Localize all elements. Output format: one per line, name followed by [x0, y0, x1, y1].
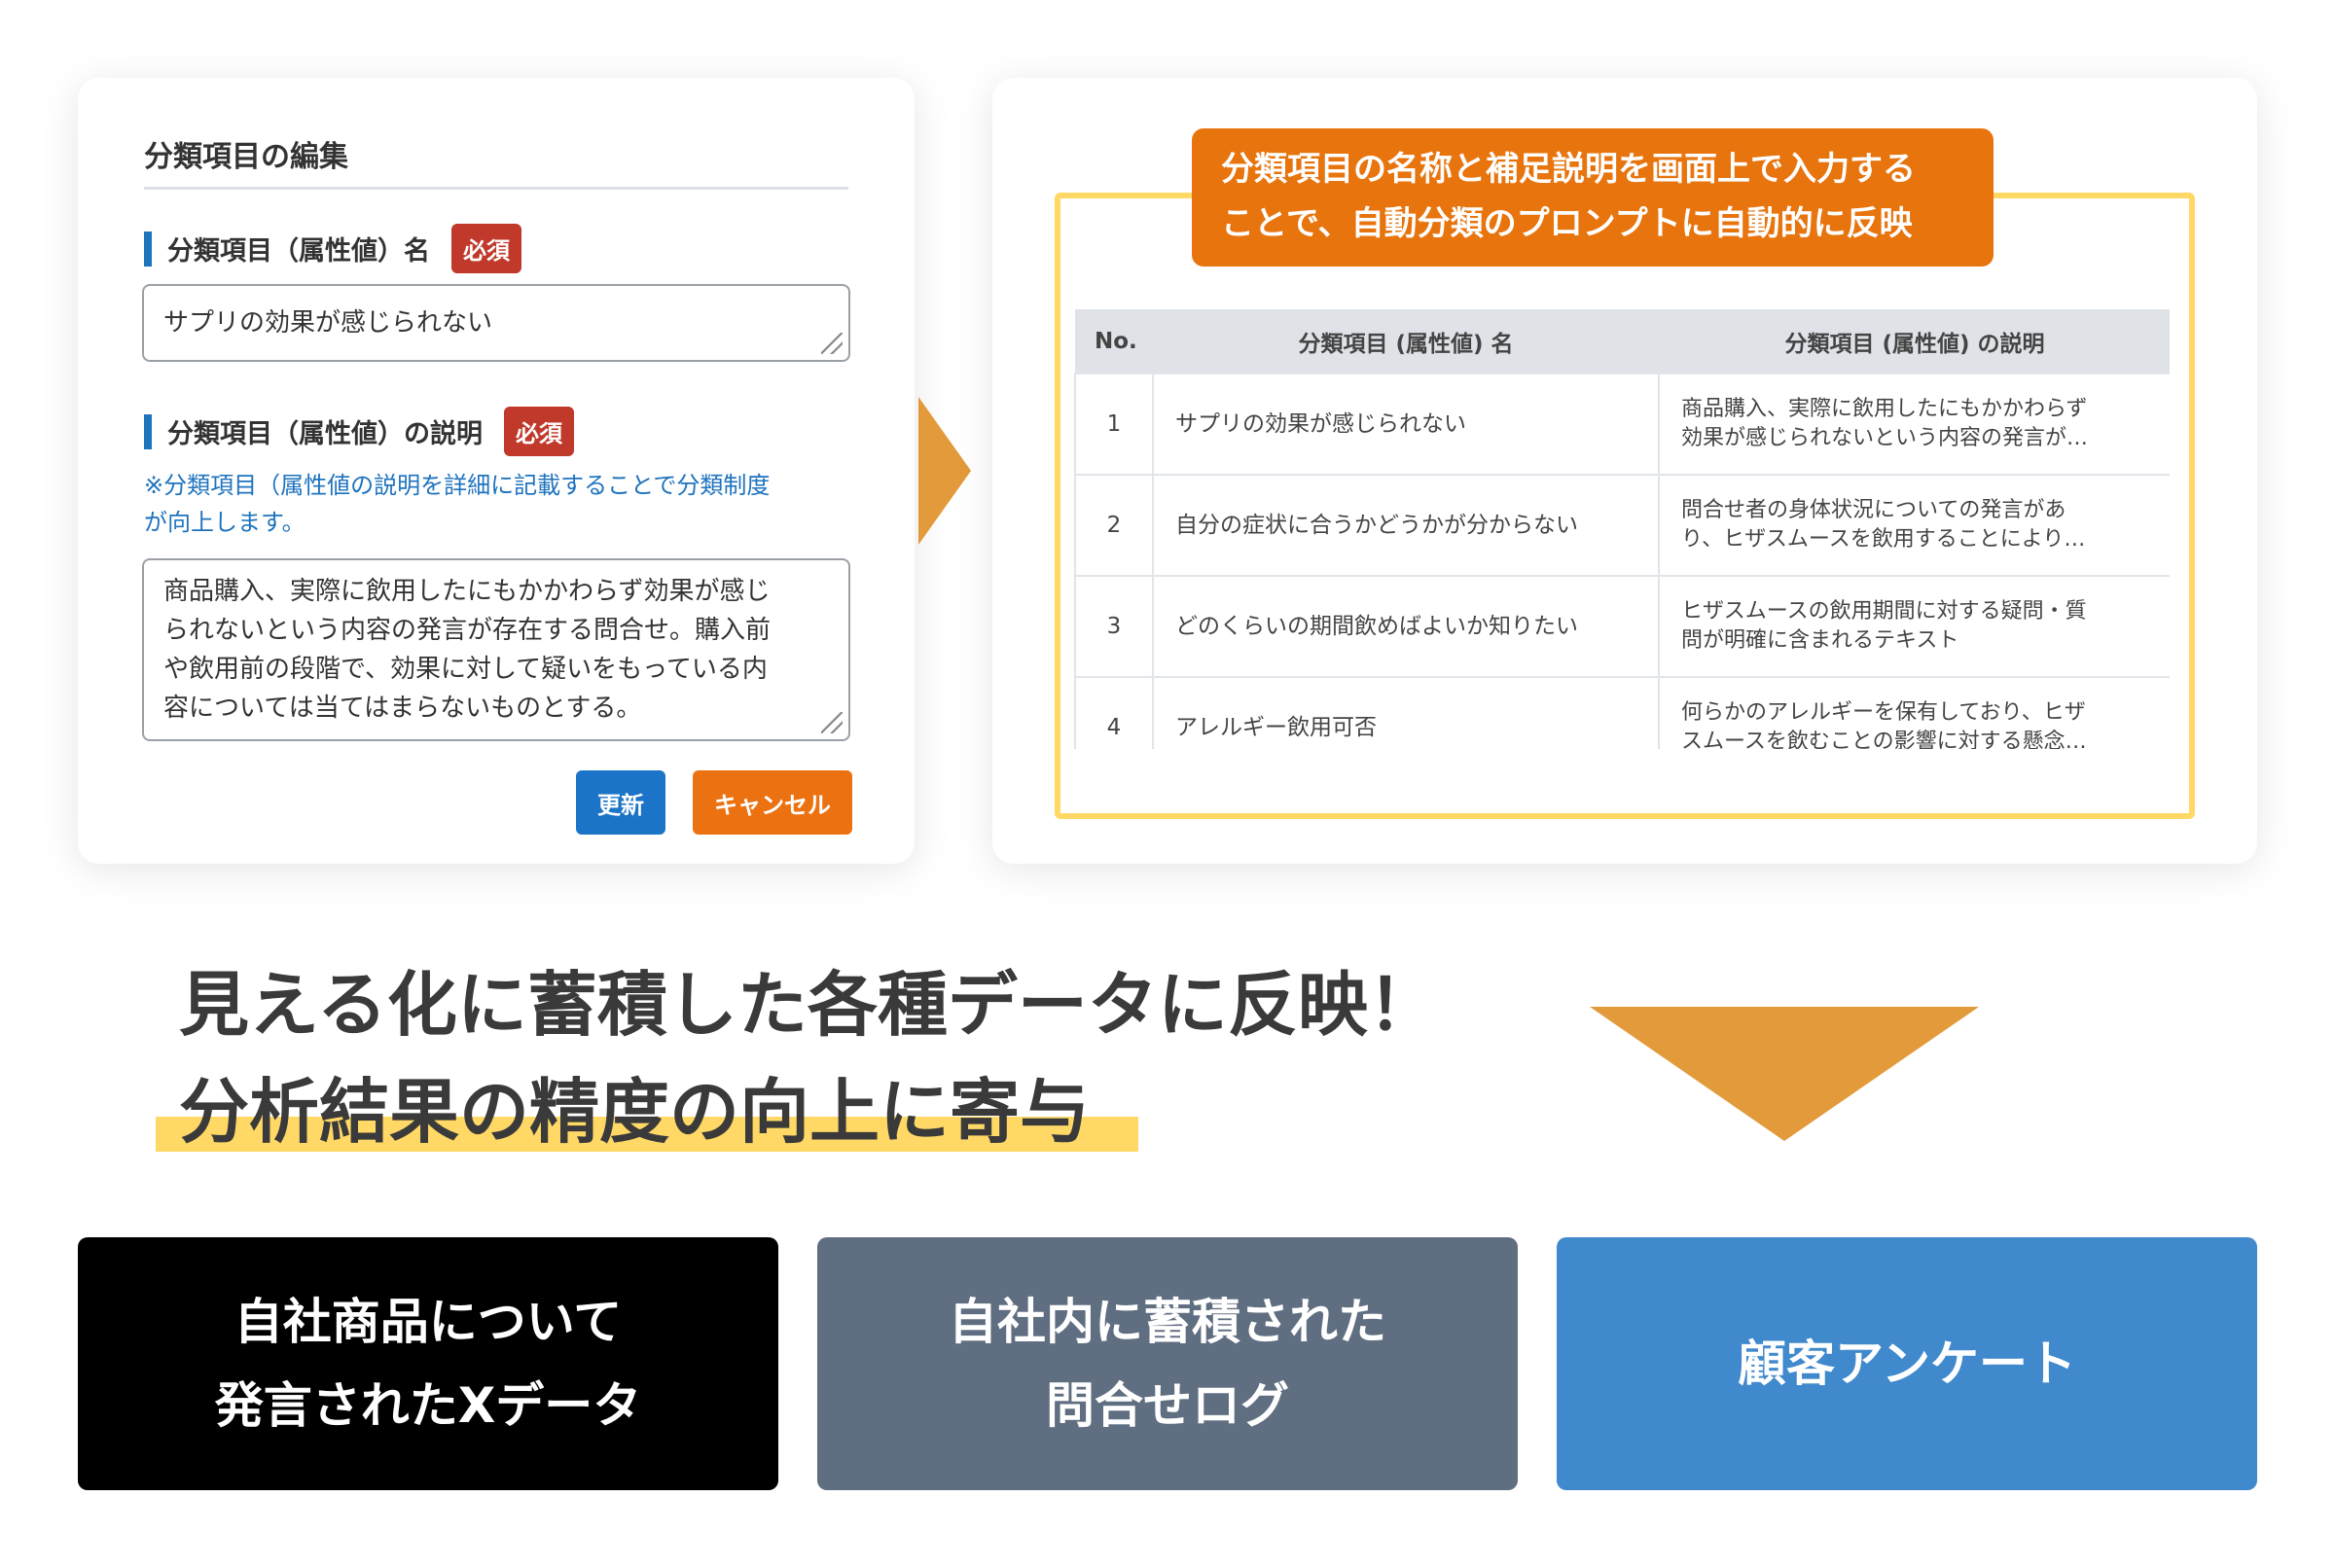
row-desc-line: 効果が感じられないという内容の発言が…	[1681, 426, 2089, 450]
table-row[interactable]: 2 自分の症状に合うかどうかが分からない 問合せ者の身体状況についての発言があり…	[1074, 474, 2170, 577]
label-accent-bar	[144, 413, 152, 449]
row-desc: 商品購入、実際に飲用したにもかかわらず 効果が感じられないという内容の発言が…	[1658, 373, 2170, 476]
cancel-button[interactable]: キャンセル	[693, 770, 852, 835]
name-field-label: 分類項目（属性値）名 必須	[144, 224, 521, 273]
desc-hint: ※分類項目（属性値の説明を詳細に記載することで分類制度 が向上します。	[144, 467, 864, 541]
table-row[interactable]: 3 どのくらいの期間飲めばよいか知りたい ヒザスムースの飲用期間に対する疑問・質…	[1074, 575, 2170, 678]
label-accent-bar	[144, 231, 152, 267]
row-desc: 何らかのアレルギーを保有しており、ヒザスムースを飲むことの影響に対する懸念…	[1658, 676, 2170, 749]
update-button[interactable]: 更新	[576, 770, 665, 835]
headline-line: 分析結果の精度の向上に寄与	[179, 1071, 1091, 1153]
edit-form-title: 分類項目の編集	[144, 140, 348, 174]
source-survey: 顧客アンケート	[1557, 1237, 2257, 1490]
row-name: サプリの効果が感じられない	[1152, 373, 1660, 476]
row-desc: 問合せ者の身体状況についての発言があ り、ヒザスムースを飲用することにより…	[1658, 474, 2170, 577]
row-no: 1	[1074, 373, 1154, 476]
table-row[interactable]: 4 アレルギー飲用可否 何らかのアレルギーを保有しており、ヒザスムースを飲むこと…	[1074, 676, 2170, 749]
resize-grip-icon[interactable]	[821, 712, 843, 733]
arrow-down-icon	[1590, 1007, 1979, 1141]
desc-line: 容については当てはまらないものとする。	[163, 694, 642, 723]
source-line: 自社商品について	[234, 1294, 623, 1350]
row-name: 自分の症状に合うかどうかが分からない	[1152, 474, 1660, 577]
row-no: 4	[1074, 676, 1154, 749]
callout-line: 分類項目の名称と補足説明を画面上で入力する	[1221, 150, 1916, 189]
source-x-data: 自社商品について 発言されたXデータ	[78, 1237, 778, 1490]
resize-grip-icon[interactable]	[821, 333, 843, 354]
arrow-right-icon	[918, 397, 971, 545]
hint-line: が向上します。	[144, 509, 305, 536]
desc-line: 商品購入、実際に飲用したにもかかわらず効果が感じ	[163, 577, 771, 606]
desc-field-label: 分類項目（属性値）の説明 必須	[144, 407, 574, 456]
row-no: 2	[1074, 474, 1154, 577]
category-table-card: No. 分類項目 (属性値) 名 分類項目 (属性値) の説明 1 サプリの効果…	[992, 78, 2257, 864]
title-divider	[144, 187, 848, 190]
source-inquiry-log: 自社内に蓄積された 問合せログ	[817, 1237, 1518, 1490]
row-desc-line: 問合せ者の身体状況についての発言があ	[1681, 498, 2066, 522]
edit-form-card: 分類項目の編集 分類項目（属性値）名 必須 サプリの効果が感じられない 分類項目…	[78, 78, 915, 864]
row-desc-line: 商品購入、実際に飲用したにもかかわらず	[1681, 397, 2088, 421]
header-no: No.	[1075, 309, 1153, 374]
source-line: 顧客アンケート	[1738, 1336, 2076, 1392]
required-badge: 必須	[451, 224, 521, 273]
header-name: 分類項目 (属性値) 名	[1153, 309, 1659, 374]
required-badge: 必須	[504, 407, 574, 456]
source-line: 発言されたXデータ	[214, 1377, 642, 1434]
row-desc-line: ヒザスムースの飲用期間に対する疑問・質	[1681, 599, 2087, 624]
desc-line: られないという内容の発言が存在する問合せ。購入前	[163, 616, 772, 645]
desc-label-text: 分類項目（属性値）の説明	[167, 419, 483, 449]
name-input[interactable]: サプリの効果が感じられない	[142, 284, 850, 362]
row-desc-line: り、ヒザスムースを飲用することにより…	[1681, 527, 2086, 552]
source-line: 自社内に蓄積された	[949, 1294, 1386, 1350]
category-table: No. 分類項目 (属性値) 名 分類項目 (属性値) の説明 1 サプリの効果…	[1074, 309, 2170, 749]
row-name: どのくらいの期間飲めばよいか知りたい	[1152, 575, 1660, 678]
headline-line: 見える化に蓄積した各種データに反映！	[179, 964, 1438, 1046]
callout-line: ことで、自動分類のプロンプトに自動的に反映	[1221, 204, 1913, 243]
table-row[interactable]: 1 サプリの効果が感じられない 商品購入、実際に飲用したにもかかわらず 効果が感じ…	[1074, 373, 2170, 476]
desc-line: や飲用前の段階で、効果に対して疑いをもっている内	[163, 655, 768, 684]
desc-textarea[interactable]: 商品購入、実際に飲用したにもかかわらず効果が感じ られないという内容の発言が存在…	[142, 558, 850, 741]
source-line: 問合せログ	[1046, 1377, 1289, 1434]
name-label-text: 分類項目（属性値）名	[167, 236, 430, 267]
row-no: 3	[1074, 575, 1154, 678]
row-desc-line: 何らかのアレルギーを保有しており、ヒザ	[1681, 700, 2086, 725]
hint-line: ※分類項目（属性値の説明を詳細に記載することで分類制度	[144, 472, 771, 499]
table-header-row: No. 分類項目 (属性値) 名 分類項目 (属性値) の説明	[1075, 309, 2170, 374]
prompt-callout: 分類項目の名称と補足説明を画面上で入力する ことで、自動分類のプロンプトに自動的…	[1192, 128, 1994, 267]
row-desc-line: 問が明確に含まれるテキスト	[1681, 628, 1959, 653]
row-desc-line: スムースを飲むことの影響に対する懸念…	[1681, 730, 2087, 749]
header-desc: 分類項目 (属性値) の説明	[1659, 309, 2170, 374]
row-desc: ヒザスムースの飲用期間に対する疑問・質 問が明確に含まれるテキスト	[1658, 575, 2170, 678]
name-input-value: サプリの効果が感じられない	[163, 308, 493, 338]
row-name: アレルギー飲用可否	[1152, 676, 1660, 749]
headline: 見える化に蓄積した各種データに反映！ 分析結果の精度の向上に寄与	[179, 951, 1438, 1165]
